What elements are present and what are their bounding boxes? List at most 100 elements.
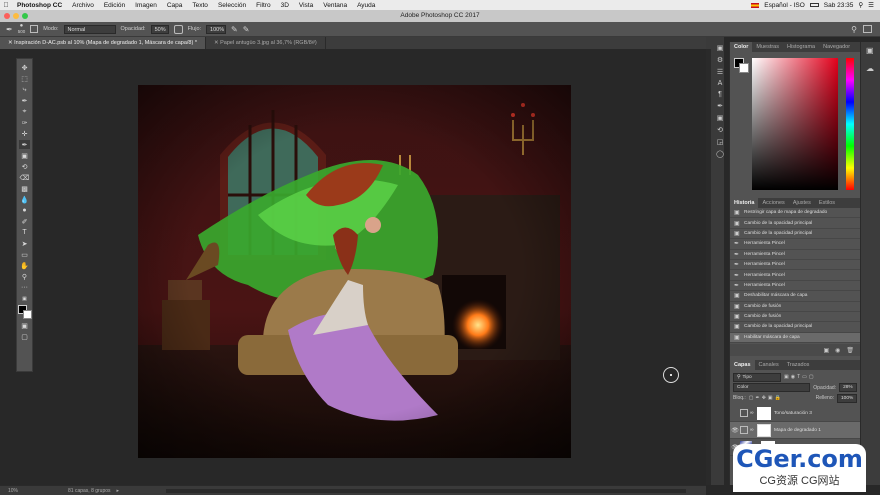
history-item[interactable]: ✒ Herramienta Pincel <box>730 281 860 292</box>
menu-capa[interactable]: Capa <box>162 2 188 9</box>
layer-opacity-field[interactable]: 28% <box>839 383 857 392</box>
tab-acciones[interactable]: Acciones <box>758 198 788 208</box>
history-item[interactable]: ▣ Restringir capa de mapa de degradado <box>730 208 860 219</box>
tab-close-icon[interactable]: ✕ <box>214 40 219 46</box>
move-tool-icon[interactable]: ✥ <box>19 63 30 72</box>
pressure-size-icon[interactable]: ✎ <box>243 25 250 34</box>
tab-color[interactable]: Color <box>730 42 753 52</box>
document-info[interactable]: 81 capas, 8 grupos <box>68 488 111 494</box>
menu-edicion[interactable]: Edición <box>99 2 130 9</box>
tab-trazados[interactable]: Trazados <box>783 360 814 370</box>
zoom-level[interactable]: 10% <box>8 488 48 494</box>
default-colors-icon[interactable]: ▣ <box>19 294 30 303</box>
maximize-window-icon[interactable] <box>22 13 28 19</box>
brush-panel-icon[interactable] <box>30 25 39 33</box>
minimize-window-icon[interactable] <box>13 13 19 19</box>
history-item[interactable]: ✒ Herramienta Pincel <box>730 239 860 250</box>
history-panel-icon[interactable]: ▣ <box>717 44 724 52</box>
gradient-tool-icon[interactable]: ▩ <box>19 184 30 193</box>
marquee-tool-icon[interactable]: ⬚ <box>19 74 30 83</box>
blend-mode-select[interactable]: Color <box>733 383 811 392</box>
menu-imagen[interactable]: Imagen <box>130 2 162 9</box>
tab-historia[interactable]: Historia <box>730 198 759 208</box>
menu-vista[interactable]: Vista <box>294 2 318 9</box>
search-icon[interactable]: ⚲ <box>851 25 857 34</box>
channels-icon[interactable]: ◲ <box>717 138 724 146</box>
visibility-eye-icon[interactable]: 👁 <box>730 427 740 434</box>
blur-tool-icon[interactable]: 💧 <box>19 195 30 204</box>
history-item[interactable]: ✒ Herramienta Pincel <box>730 260 860 271</box>
mode-select[interactable]: Normal <box>63 24 116 34</box>
type-tool-icon[interactable]: T <box>19 228 30 237</box>
crop-tool-icon[interactable]: ⌖ <box>19 107 30 116</box>
canvas-area[interactable] <box>34 49 706 485</box>
paragraph-panel-icon[interactable]: ¶ <box>718 91 722 98</box>
filter-icons[interactable]: ▣◉T▭▢ <box>784 374 816 380</box>
tab-navegador[interactable]: Navegador <box>819 42 854 52</box>
properties-panel-icon[interactable]: ⚙ <box>717 56 723 64</box>
brush-tool-icon[interactable]: ✒ <box>19 140 30 149</box>
eyedropper-tool-icon[interactable]: ✑ <box>19 118 30 127</box>
horizontal-scrollbar[interactable] <box>166 488 686 493</box>
more-tools-icon[interactable]: ··· <box>19 283 30 292</box>
stamp-tool-icon[interactable]: ▣ <box>19 151 30 160</box>
pressure-opacity-icon[interactable] <box>173 24 183 34</box>
brush-preset-picker[interactable]: ● 500 <box>18 23 26 34</box>
history-item[interactable]: ▣ Cambio de la opacidad principal <box>730 218 860 229</box>
lock-icons[interactable]: ▢✒✥▣🔒 <box>749 395 783 401</box>
character-panel-icon[interactable]: A <box>718 80 723 87</box>
color-swatches[interactable] <box>17 305 32 319</box>
history-item-current[interactable]: ▣ Habilitar máscara de capa <box>730 332 860 344</box>
layer-row-selected[interactable]: 👁 ∞ Mapa de degradado 1 <box>730 422 860 439</box>
dodge-tool-icon[interactable]: ● <box>19 206 30 215</box>
healing-tool-icon[interactable]: ✛ <box>19 129 30 138</box>
menu-texto[interactable]: Texto <box>187 2 213 9</box>
history-item[interactable]: ▣ Cambio de fusión <box>730 312 860 323</box>
color-field[interactable] <box>752 58 838 190</box>
adjustments-panel-icon[interactable]: ☰ <box>717 68 723 76</box>
delete-state-icon[interactable]: 🗑 <box>846 347 854 354</box>
libraries-icon[interactable]: ▣ <box>866 46 874 55</box>
history-brush-tool-icon[interactable]: ⟲ <box>19 162 30 171</box>
tab-close-icon[interactable]: ✕ <box>8 40 13 46</box>
new-document-from-state-icon[interactable]: ▣ <box>823 347 829 354</box>
airbrush-icon[interactable]: ✎ <box>231 25 238 34</box>
panel-bg-swatch[interactable] <box>739 63 749 73</box>
notifications-icon[interactable]: ☰ <box>868 1 874 9</box>
lasso-tool-icon[interactable]: ⤷ <box>19 85 30 94</box>
tool-presets-icon[interactable]: ⟲ <box>717 126 723 134</box>
layer-row[interactable]: ∞ Tono/saturación 3 <box>730 405 860 422</box>
tab-histograma[interactable]: Histograma <box>783 42 819 52</box>
history-item[interactable]: ▣ Cambio de la opacidad principal <box>730 229 860 240</box>
close-window-icon[interactable] <box>4 13 10 19</box>
tab-muestras[interactable]: Muestras <box>752 42 783 52</box>
workspace-icon[interactable] <box>863 24 872 33</box>
path-select-tool-icon[interactable]: ➤ <box>19 239 30 248</box>
menu-app[interactable]: Photoshop CC <box>12 2 67 9</box>
spotlight-icon[interactable]: ⚲ <box>858 1 863 9</box>
document-canvas-image[interactable] <box>138 85 571 458</box>
shape-tool-icon[interactable]: ▭ <box>19 250 30 259</box>
clock[interactable]: Sab 23:35 <box>824 2 854 9</box>
tab-document-1[interactable]: ✕ Inspiración D-AC.psb al 10% (Mapa de d… <box>0 37 206 49</box>
history-item[interactable]: ▣ Cambio de fusión <box>730 302 860 312</box>
snapshot-icon[interactable]: ◉ <box>835 347 840 354</box>
menu-filtro[interactable]: Filtro <box>251 2 275 9</box>
menu-ayuda[interactable]: Ayuda <box>352 2 380 9</box>
hue-slider[interactable] <box>846 58 854 190</box>
menu-archivo[interactable]: Archivo <box>67 2 99 9</box>
apple-icon[interactable]:  <box>0 2 12 9</box>
tab-document-2[interactable]: ✕ Papel antugüo 3.jpg al 36,7% (RGB/8#) <box>206 37 326 49</box>
flag-icon[interactable] <box>751 2 760 8</box>
history-item[interactable]: ✒ Herramienta Pincel <box>730 250 860 260</box>
screen-mode-icon[interactable]: ▢ <box>19 332 30 341</box>
history-item[interactable]: ▣ Deshabilitar máscara de capa <box>730 291 860 302</box>
opacity-field[interactable]: 50% <box>150 24 169 34</box>
fill-field[interactable]: 100% <box>837 393 857 403</box>
menu-ventana[interactable]: Ventana <box>318 2 352 9</box>
eraser-tool-icon[interactable]: ⌫ <box>19 173 30 182</box>
tab-estilos[interactable]: Estilos <box>815 198 839 208</box>
tab-ajustes[interactable]: Ajustes <box>789 198 815 208</box>
menu-3d[interactable]: 3D <box>276 2 294 9</box>
pen-tool-icon[interactable]: ✐ <box>19 217 30 226</box>
